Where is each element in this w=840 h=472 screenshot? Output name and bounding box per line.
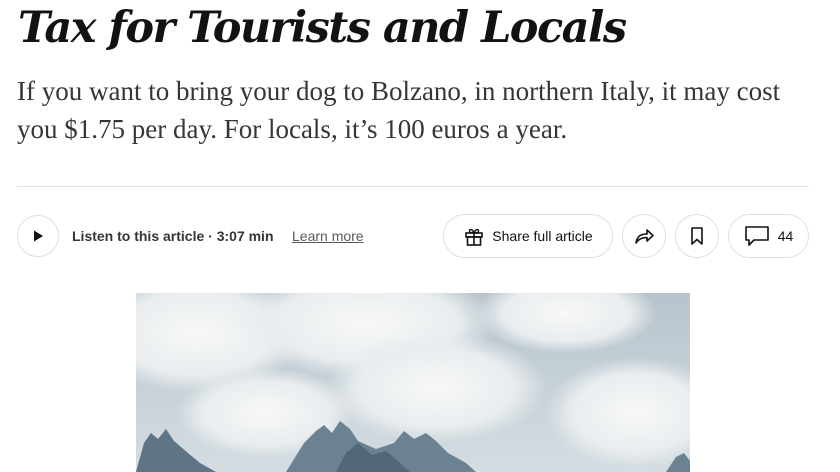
- article-summary: If you want to bring your dog to Bolzano…: [17, 76, 781, 144]
- listen-duration: 3:07 min: [216, 228, 274, 244]
- learn-more-link[interactable]: Learn more: [292, 227, 364, 245]
- share-label: Share full article: [492, 228, 593, 244]
- comments-button[interactable]: 44: [728, 214, 809, 258]
- mountain-clouds-image: [136, 293, 690, 472]
- listen-info: Listen to this article · 3:07 min: [72, 227, 274, 245]
- save-bookmark-button[interactable]: [675, 214, 719, 258]
- play-icon: [34, 230, 43, 242]
- bookmark-icon: [691, 227, 703, 245]
- play-audio-button[interactable]: [17, 215, 59, 257]
- comment-icon: [744, 226, 769, 246]
- comments-count: 44: [777, 228, 794, 244]
- article-page: Tax for Tourists and Locals If you want …: [0, 0, 840, 472]
- listen-separator: ·: [204, 228, 217, 244]
- divider: [17, 186, 809, 187]
- forward-arrow-icon: [635, 229, 654, 244]
- article-hero-image: [136, 293, 690, 472]
- article-headline: Tax for Tourists and Locals: [18, 3, 627, 53]
- gift-icon: [465, 228, 484, 246]
- share-button[interactable]: [622, 214, 666, 258]
- article-toolbar: Listen to this article · 3:07 min Learn …: [17, 214, 809, 258]
- listen-label: Listen to this article: [72, 228, 205, 244]
- share-full-article-button[interactable]: Share full article: [443, 214, 613, 258]
